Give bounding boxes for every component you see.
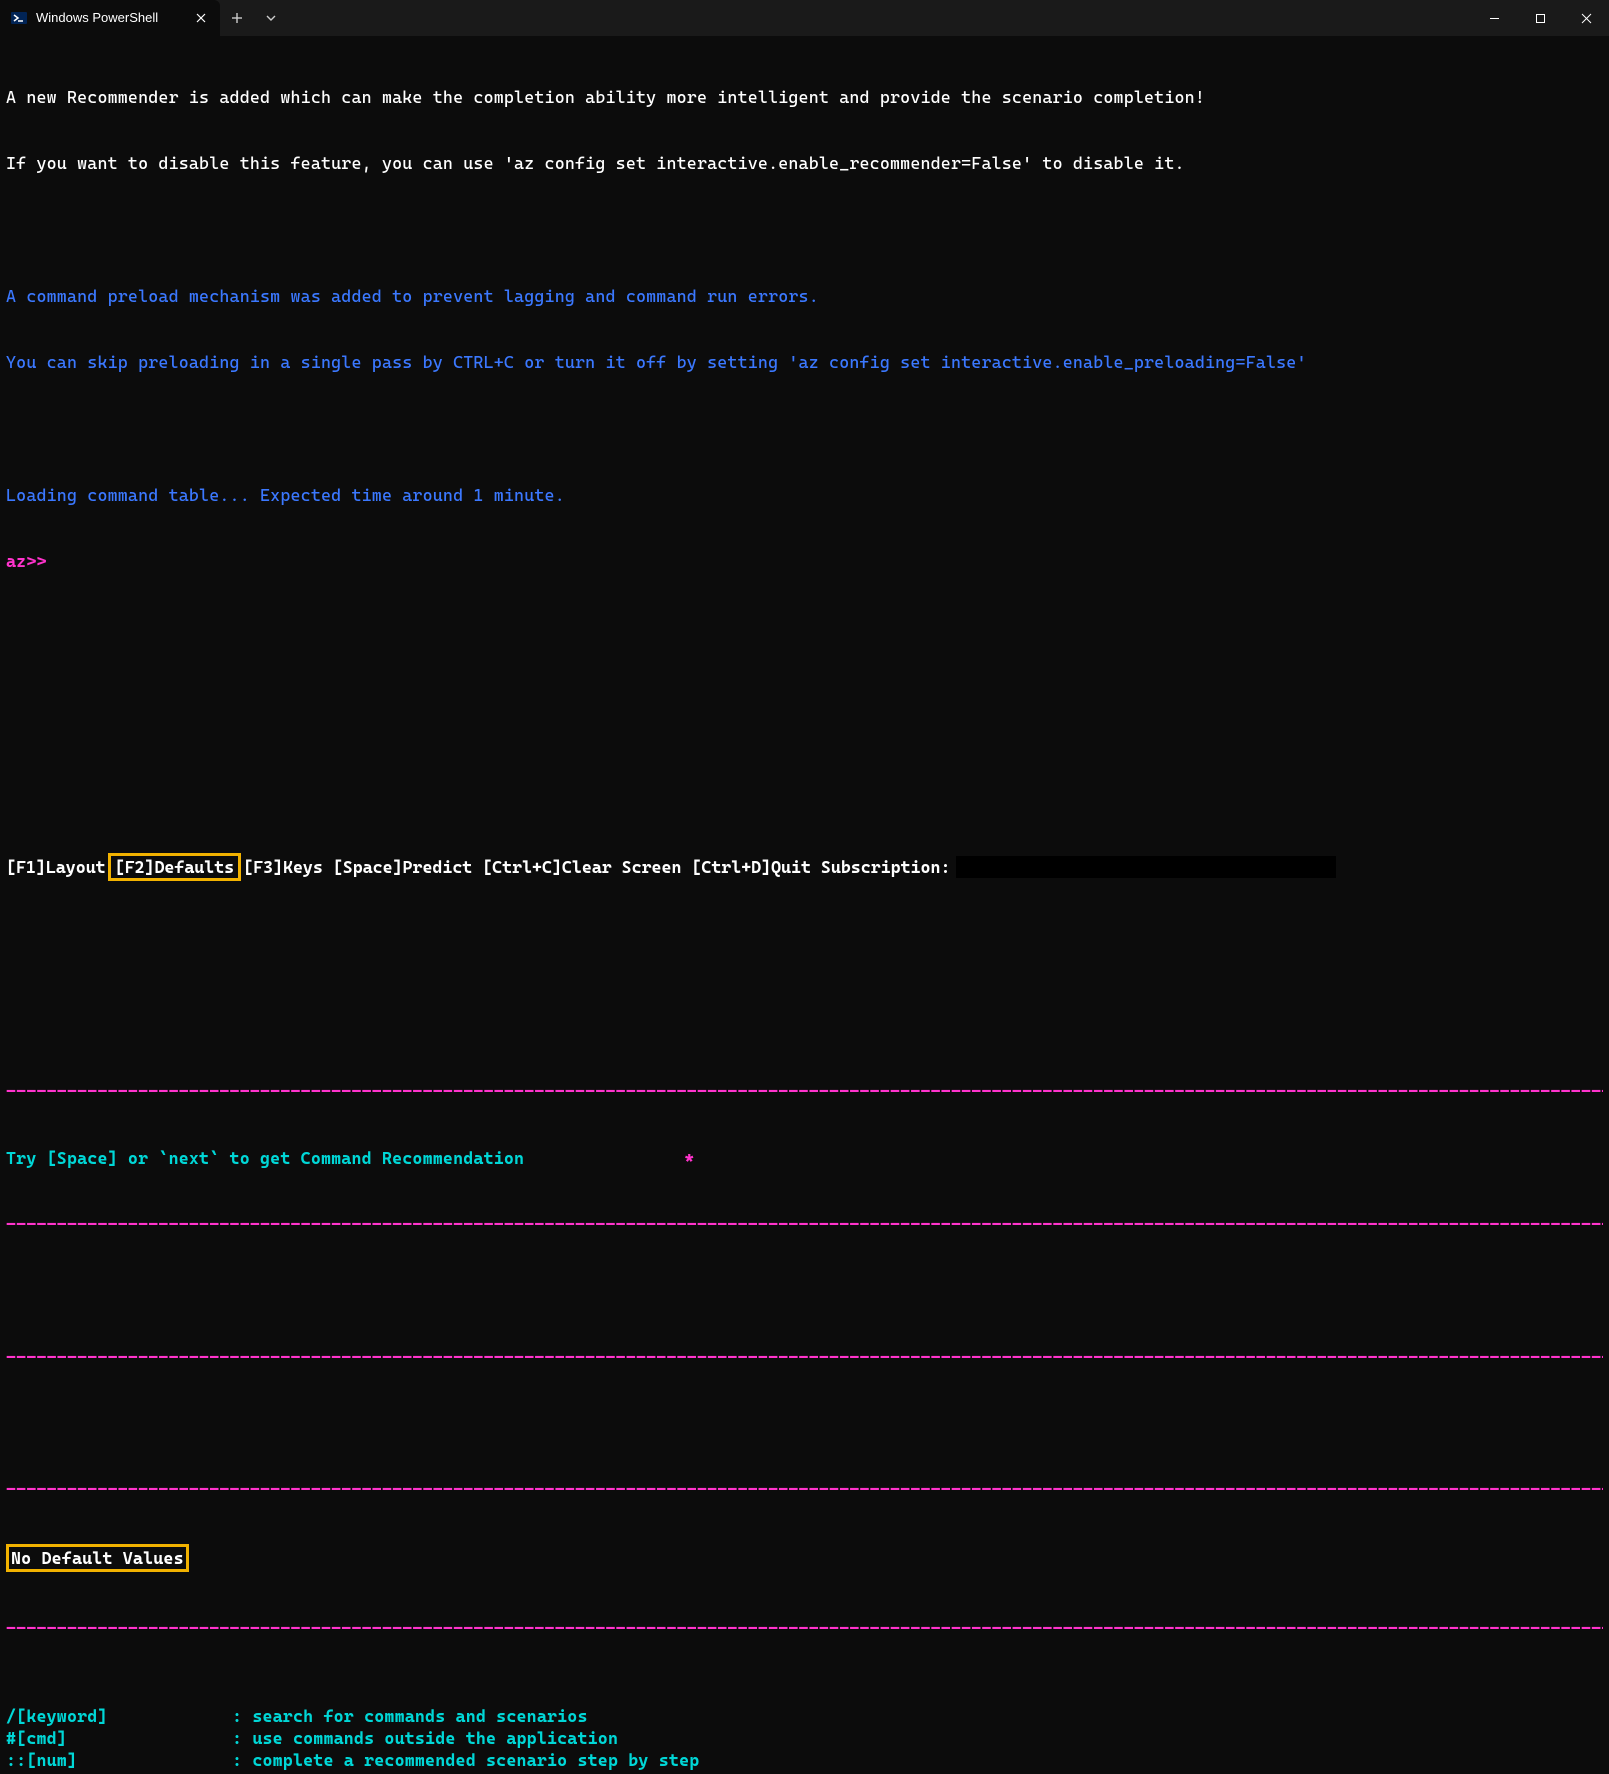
help-desc: : use commands outside the application [232, 1728, 618, 1748]
help-key: [cmd][param]??[query] [6, 1771, 232, 1774]
window-controls [1471, 0, 1609, 36]
intro-line-1: A new Recommender is added which can mak… [6, 86, 1603, 108]
separator: ----------------------------------------… [6, 1080, 1603, 1102]
help-key: /[keyword] [6, 1705, 232, 1727]
status-bar: [F1]Layout [F2]Defaults [F3]Keys [Space]… [6, 853, 1603, 881]
separator: ----------------------------------------… [6, 1213, 1603, 1235]
minimize-button[interactable] [1471, 0, 1517, 36]
hint-row: Try [Space] or `next` to get Command Rec… [6, 1147, 1603, 1169]
ctrl-c-clear[interactable]: [Ctrl+C]Clear Screen [482, 856, 681, 878]
preload-line-2: You can skip preloading in a single pass… [6, 351, 1603, 373]
close-window-button[interactable] [1563, 0, 1609, 36]
f1-layout[interactable]: [F1]Layout [6, 856, 106, 878]
subscription-label: Subscription: [821, 856, 951, 878]
close-tab-button[interactable] [192, 9, 210, 27]
terminal-output[interactable]: A new Recommender is added which can mak… [0, 36, 1609, 1774]
powershell-icon [10, 9, 28, 27]
help-desc: : Inject jmespath query from previous co… [232, 1772, 689, 1774]
help-row: #[cmd]: use commands outside the applica… [6, 1727, 1603, 1749]
prompt[interactable]: az>> [6, 550, 1603, 572]
intro-line-2: If you want to disable this feature, you… [6, 152, 1603, 174]
ctrl-d-quit[interactable]: [Ctrl+D]Quit [691, 856, 811, 878]
subscription-value-redacted [956, 856, 1336, 878]
tab-title: Windows PowerShell [36, 10, 184, 27]
help-desc: : complete a recommended scenario step b… [232, 1750, 699, 1770]
titlebar-drag-area[interactable] [288, 0, 1471, 36]
separator: ----------------------------------------… [6, 1346, 1603, 1368]
maximize-button[interactable] [1517, 0, 1563, 36]
tab-powershell[interactable]: Windows PowerShell [0, 0, 220, 36]
help-row: [cmd][param]??[query]: Inject jmespath q… [6, 1771, 1603, 1774]
hint-star-icon: * [684, 1147, 694, 1169]
help-key: ::[num] [6, 1749, 232, 1771]
help-key: #[cmd] [6, 1727, 232, 1749]
no-defaults-label: No Default Values [6, 1544, 189, 1572]
preload-line-1: A command preload mechanism was added to… [6, 285, 1603, 307]
help-row: /[keyword]: search for commands and scen… [6, 1705, 1603, 1727]
help-section: /[keyword]: search for commands and scen… [6, 1705, 1603, 1774]
separator: ----------------------------------------… [6, 1617, 1603, 1639]
loading-line: Loading command table... Expected time a… [6, 484, 1603, 506]
help-desc: : search for commands and scenarios [232, 1706, 588, 1726]
titlebar: Windows PowerShell [0, 0, 1609, 36]
f2-defaults[interactable]: [F2]Defaults [108, 853, 242, 881]
help-row: ::[num]: complete a recommended scenario… [6, 1749, 1603, 1771]
new-tab-button[interactable] [220, 0, 254, 36]
tab-dropdown-button[interactable] [254, 0, 288, 36]
space-predict[interactable]: [Space]Predict [333, 856, 472, 878]
f3-keys[interactable]: [F3]Keys [243, 856, 323, 878]
hint-text: Try [Space] or `next` to get Command Rec… [6, 1147, 524, 1169]
separator: ----------------------------------------… [6, 1478, 1603, 1500]
